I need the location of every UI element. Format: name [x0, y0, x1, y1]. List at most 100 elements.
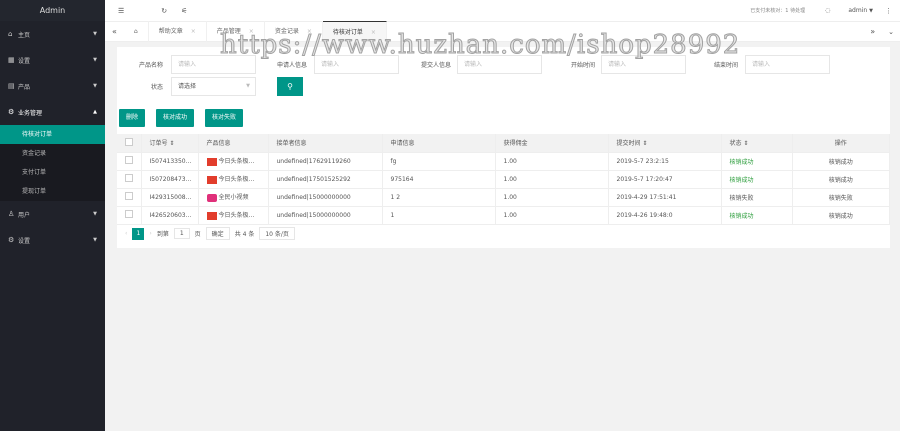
- status-select[interactable]: 请选择 ▼: [171, 77, 256, 96]
- sidebar-sub-pay-orders[interactable]: 支付订单: [0, 163, 105, 182]
- tab-help-articles[interactable]: 帮助文章 ×: [149, 21, 207, 42]
- theme-icon[interactable]: ◌: [825, 7, 830, 14]
- label-applicant: 申请人信息: [276, 62, 307, 69]
- apply-info: 1 2: [382, 188, 496, 207]
- commission: 1.00: [495, 206, 609, 225]
- row-checkbox[interactable]: [117, 188, 142, 207]
- nav-label: 设置: [18, 57, 31, 65]
- search-button[interactable]: ⚲: [277, 77, 303, 96]
- home-icon: ⌂: [8, 30, 13, 38]
- table-row: I429315008... 全民小视频 undefined|1500000000…: [117, 188, 890, 207]
- submit-time: 2019-5-7 23:2:15: [608, 152, 722, 171]
- header-notice[interactable]: 已支付未核对：1 待处理: [750, 7, 805, 14]
- confirm-button[interactable]: 确定: [205, 227, 230, 240]
- status-badge: 核销成功: [721, 170, 793, 189]
- more-icon[interactable]: ⋮: [885, 7, 892, 15]
- applicant-input[interactable]: 请输入: [314, 55, 399, 74]
- sidebar-item-business[interactable]: ⚙ 业务管理 ▲: [0, 99, 105, 125]
- label-status: 状态: [150, 84, 163, 91]
- product-info: 今日头条极...: [198, 170, 269, 189]
- product-info: 全民小视频: [198, 188, 269, 207]
- delete-button[interactable]: 删除: [119, 109, 146, 127]
- user-menu[interactable]: admin: [848, 7, 867, 14]
- prev-page-icon[interactable]: ‹: [125, 230, 127, 237]
- sidebar-sub-fund-records[interactable]: 资金记录: [0, 144, 105, 163]
- sidebar-sub-pending-orders[interactable]: 待核对订单: [0, 125, 105, 144]
- close-icon[interactable]: ×: [371, 29, 376, 36]
- next-page-icon[interactable]: ›: [149, 230, 151, 237]
- check-success-button[interactable]: 核对成功: [156, 109, 195, 127]
- clear-icon[interactable]: ⚟: [181, 7, 187, 15]
- scroll-left-icon[interactable]: «: [105, 27, 124, 36]
- order-no: I507413350...: [141, 152, 199, 171]
- tab-pending-orders[interactable]: 待核对订单 ×: [322, 21, 387, 42]
- row-checkbox[interactable]: [117, 170, 142, 189]
- product-logo-icon: [206, 157, 217, 166]
- caret-down-icon: ▼: [246, 83, 250, 89]
- row-action[interactable]: 核销失败: [792, 188, 890, 207]
- sidebar-item-settings[interactable]: ▦ 设置 ▼: [0, 47, 105, 73]
- chevron-down-icon: ▼: [93, 57, 97, 63]
- end-time-input[interactable]: 请输入: [745, 55, 830, 74]
- sidebar-sub-withdraw-orders[interactable]: 提现订单: [0, 182, 105, 201]
- submit-time: 2019-4-26 19:48:0: [608, 206, 722, 225]
- scroll-right-icon[interactable]: »: [863, 27, 882, 36]
- sidebar-item-system[interactable]: ⚙ 设置 ▼: [0, 227, 105, 253]
- home-tab-icon[interactable]: ⌂: [124, 21, 149, 42]
- nav-label: 主页: [18, 31, 31, 39]
- table-row: I507208473... 今日头条极... undefined|1750152…: [117, 170, 890, 189]
- apply-info: fg: [382, 152, 496, 171]
- sidebar-item-product[interactable]: ▤ 产品 ▼: [0, 73, 105, 99]
- gear-icon: ⚙: [8, 236, 15, 244]
- row-checkbox[interactable]: [117, 206, 142, 225]
- per-page-select[interactable]: 10 条/页: [259, 227, 295, 240]
- col-status[interactable]: 状态 ⇕: [721, 134, 793, 153]
- top-header: ☰ ↻ ⚟ 已支付未核对：1 待处理 ◌ admin ▼ ⋮: [105, 0, 900, 21]
- product-info: 今日头条极...: [198, 206, 269, 225]
- close-icon[interactable]: ×: [191, 28, 196, 35]
- product-info: 今日头条极...: [198, 152, 269, 171]
- sidebar-item-home[interactable]: ⌂ 主页 ▼: [0, 21, 105, 47]
- row-action[interactable]: 核销成功: [792, 152, 890, 171]
- select-all-checkbox[interactable]: [117, 134, 142, 153]
- product-icon: ▤: [8, 82, 15, 90]
- taker-info: undefined|17501525292: [268, 170, 383, 189]
- menu-toggle-icon[interactable]: ☰: [118, 7, 124, 15]
- product-name-input[interactable]: 请输入: [171, 55, 256, 74]
- nav-label: 业务管理: [18, 109, 43, 117]
- submitter-input[interactable]: 请输入: [457, 55, 542, 74]
- chevron-down-icon[interactable]: ⌄: [882, 28, 900, 36]
- gear-icon: ⚙: [8, 108, 15, 116]
- close-icon[interactable]: ×: [249, 28, 254, 35]
- tab-label: 帮助文章: [158, 28, 183, 35]
- user-icon: ♙: [8, 210, 15, 218]
- main-card: 产品名称 请输入 申请人信息 请输入 提交人信息 请输入 开始时间 请输入 结束…: [117, 47, 890, 248]
- chevron-down-icon: ▼: [93, 83, 97, 89]
- sidebar-item-user[interactable]: ♙ 用户 ▼: [0, 201, 105, 227]
- submit-time: 2019-5-7 17:20:47: [608, 170, 722, 189]
- check-fail-button[interactable]: 核对失败: [205, 109, 244, 127]
- close-icon[interactable]: ×: [307, 28, 312, 35]
- row-action[interactable]: 核销成功: [792, 206, 890, 225]
- page-input[interactable]: 1: [173, 228, 190, 239]
- order-no: I426520603...: [141, 206, 199, 225]
- commission: 1.00: [495, 152, 609, 171]
- tab-label: 待核对订单: [332, 29, 363, 36]
- page-1[interactable]: 1: [132, 227, 145, 240]
- tab-fund-records[interactable]: 资金记录 ×: [265, 21, 323, 42]
- col-taker: 接单者信息: [268, 134, 383, 153]
- tab-bar: « ⌂ 帮助文章 × 产品管理 × 资金记录 × 待核对订单 × » ⌄: [105, 21, 900, 42]
- refresh-icon[interactable]: ↻: [161, 7, 167, 15]
- table-header-row: 订单号 ⇕ 产品信息 接单者信息 申请信息 获得佣金 提交时间 ⇕ 状态 ⇕ 操…: [117, 134, 890, 153]
- row-checkbox[interactable]: [117, 152, 142, 171]
- start-time-input[interactable]: 请输入: [601, 55, 686, 74]
- col-time[interactable]: 提交时间 ⇕: [608, 134, 722, 153]
- apply-info: 975164: [382, 170, 496, 189]
- tab-products[interactable]: 产品管理 ×: [207, 21, 265, 42]
- status-badge: 核销失败: [721, 188, 793, 207]
- chevron-up-icon: ▲: [93, 109, 97, 115]
- row-action[interactable]: 核销成功: [792, 170, 890, 189]
- col-order-no[interactable]: 订单号 ⇕: [141, 134, 199, 153]
- commission: 1.00: [495, 188, 609, 207]
- total-count: 共 4 条: [234, 231, 255, 238]
